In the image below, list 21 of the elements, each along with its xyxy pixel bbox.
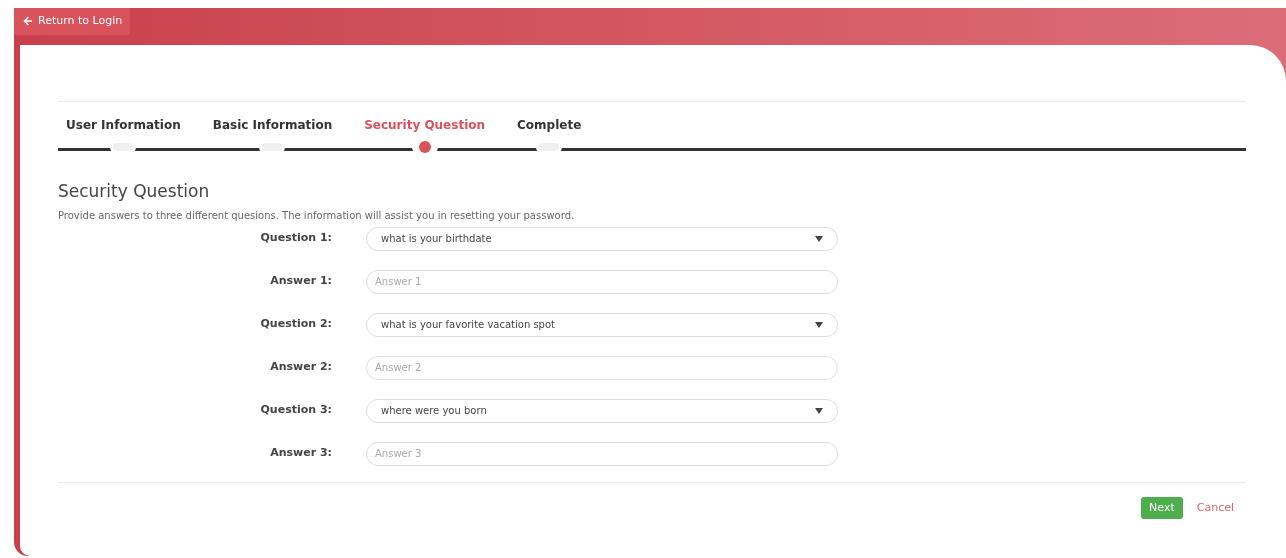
step-tab[interactable]: Complete [517, 116, 582, 134]
back-arrow-icon [22, 15, 34, 28]
answer-field[interactable]: Answer 2 [366, 355, 838, 380]
step-tab[interactable]: Security Question [364, 116, 486, 134]
answer-field[interactable]: Answer 3 [366, 441, 838, 466]
answer-field[interactable]: Answer 1 [366, 269, 838, 294]
field-label: Answer 3: [269, 445, 332, 462]
dropdown-caret-icon [815, 235, 823, 242]
field-label: Question 2: [259, 316, 332, 333]
section-description: Provide answers to three different quesions. The information will assist you in resetting your password. [58, 208, 576, 223]
field-label: Answer 1: [269, 273, 332, 290]
field-label: Question 1: [259, 230, 332, 247]
dropdown-caret-icon [815, 321, 823, 328]
field-label: Answer 2: [269, 359, 332, 376]
section-title: Security Question [58, 180, 211, 203]
cancel-link[interactable]: Cancel [1196, 499, 1234, 516]
field-label: Question 3: [259, 402, 332, 419]
step-tab[interactable]: Basic Information [212, 116, 333, 134]
dropdown-caret-icon [815, 407, 823, 414]
return-link[interactable]: Return to Login [14, 8, 131, 35]
step-tab[interactable]: User Information [66, 116, 181, 134]
